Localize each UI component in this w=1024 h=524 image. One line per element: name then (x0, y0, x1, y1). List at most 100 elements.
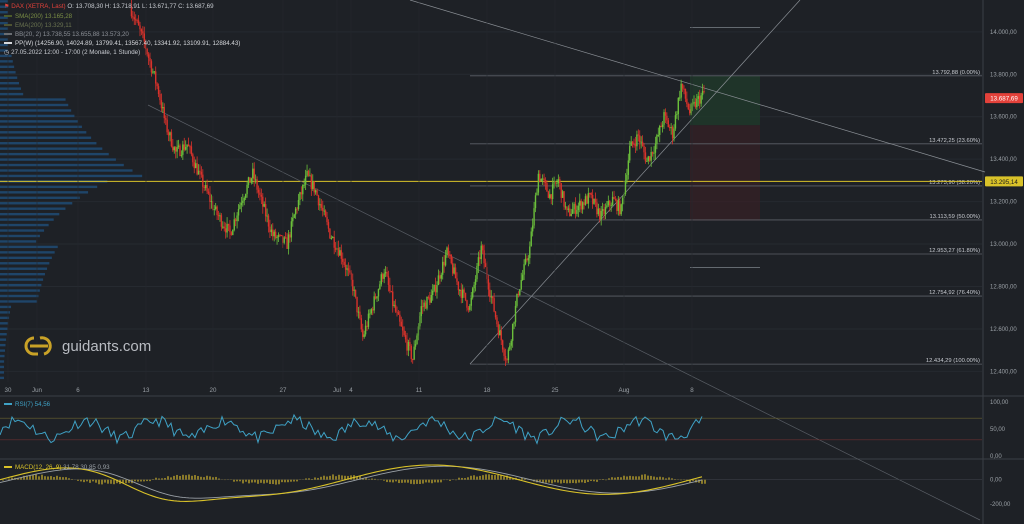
macd-legend[interactable]: MACD(12, 26, 9) 31,78 30,85 0,93 (4, 464, 110, 471)
volume-profile-bar (0, 245, 58, 249)
candle-body (153, 71, 155, 73)
candle-body (423, 302, 425, 307)
candle-body (517, 293, 520, 296)
dax-chart[interactable]: 14.000,00 13.800,00 13.600,00 13.400,00 13.2… (0, 0, 1024, 524)
volume-profile-bar (0, 278, 44, 281)
macd-histogram-bar (290, 479, 292, 482)
candle-body (547, 191, 550, 198)
candle-body (473, 284, 475, 289)
rsi-legend[interactable]: RSI(7) 54,56 (4, 401, 50, 408)
candle-body (596, 202, 598, 215)
ema-legend[interactable]: EMA(200) 13.329,11 (4, 22, 72, 30)
fib-label: 13.113,59 (50.00%) (930, 214, 981, 220)
macd-histogram-bar (551, 479, 553, 484)
candle-body (636, 134, 638, 147)
candle-body (677, 97, 679, 115)
candle-body (470, 297, 472, 306)
macd-histogram-bar (464, 478, 466, 480)
volume-profile-bar (0, 305, 12, 309)
macd-histogram-bar (584, 479, 586, 484)
candle-body (503, 349, 505, 356)
candle-body (217, 215, 220, 217)
macd-histogram-bar (266, 479, 268, 483)
macd-histogram-bar (287, 479, 289, 483)
macd-histogram-bar (155, 477, 157, 480)
candle-body (180, 154, 183, 156)
macd-histogram-bar (605, 479, 607, 481)
macd-histogram-bar (167, 476, 169, 480)
candle-body (193, 162, 195, 169)
macd-histogram-bar (32, 474, 34, 480)
candle-body (519, 289, 521, 296)
fib-label: 12.754,92 (76.40%) (929, 290, 980, 296)
candle-body (436, 285, 438, 293)
candle-body (286, 237, 288, 249)
candle-body (402, 326, 404, 331)
candle-body (416, 335, 418, 345)
macd-histogram-bar (680, 479, 682, 481)
macd-histogram-bar (341, 475, 343, 480)
candle-body (483, 250, 485, 264)
volume-profile-bar (0, 240, 37, 243)
candle-body (573, 203, 575, 210)
macd-histogram-bar (494, 475, 496, 480)
candle-body (264, 204, 267, 217)
macd-histogram-bar (632, 476, 634, 480)
candle-body (287, 234, 290, 249)
candle-body (293, 214, 295, 218)
volume-profile-bar (0, 272, 45, 276)
candle-body (696, 98, 698, 108)
bb-label: BB(20, 2) 13.738,55 13.655,88 13.573,20 (15, 31, 129, 38)
candle-body (159, 94, 161, 101)
candle-body (242, 200, 244, 203)
range-label: 27.05.2022 12:00 - 17:00 (2 Monate, 1 St… (11, 49, 141, 56)
candle-body (429, 297, 431, 303)
candle-body (703, 91, 705, 93)
macd-histogram-bar (125, 479, 127, 484)
candle-body (162, 107, 164, 109)
macd-histogram-bar (659, 476, 661, 480)
macd-histogram-bar (656, 477, 658, 480)
macd-histogram-bar (665, 478, 667, 480)
ema-label: EMA(200) 13.329,11 (15, 22, 72, 29)
x-tick-label: 27 (280, 387, 287, 394)
candle-body (387, 276, 390, 285)
candle-body (567, 208, 570, 210)
candle-body (496, 317, 498, 325)
candle-body (374, 296, 377, 299)
candle-body (149, 57, 151, 62)
candle-body (327, 222, 330, 229)
bb-legend[interactable]: BB(20, 2) 13.738,55 13.655,88 13.573,20 (4, 31, 129, 39)
logo-text: guidants.com (62, 337, 152, 355)
candle-body (616, 200, 618, 211)
ppw-legend[interactable]: PP(W) (14256.90, 14024.89, 13799.41, 135… (4, 40, 240, 48)
candle-body (639, 135, 641, 143)
volume-profile-bar (0, 262, 50, 265)
candle-body (609, 200, 611, 206)
y-tick-label: 12.400,00 (990, 369, 1017, 375)
candle-body (164, 118, 167, 120)
volume-profile-bar (0, 147, 103, 150)
candle-body (249, 177, 251, 183)
candle-body (627, 160, 630, 175)
candle-body (570, 213, 572, 216)
candle-body (687, 103, 689, 110)
candle-body (581, 202, 584, 210)
macd-histogram-bar (158, 478, 160, 480)
candle-body (160, 100, 163, 109)
candle-body (414, 344, 417, 347)
sma-legend[interactable]: SMA(200) 13.165,28 (4, 13, 72, 21)
candle-body (182, 144, 184, 155)
candle-body (403, 330, 405, 336)
candle-body (163, 107, 165, 119)
candle-body (224, 228, 227, 233)
macd-histogram-bar (392, 479, 394, 483)
candle-body (527, 258, 530, 261)
macd-histogram-bar (455, 479, 457, 481)
candle-body (540, 178, 542, 182)
volume-profile-bar (0, 125, 82, 129)
volume-profile-bar (0, 311, 10, 314)
volume-profile-bar (0, 185, 98, 189)
candle-body (393, 304, 395, 306)
candle-body (189, 146, 191, 148)
